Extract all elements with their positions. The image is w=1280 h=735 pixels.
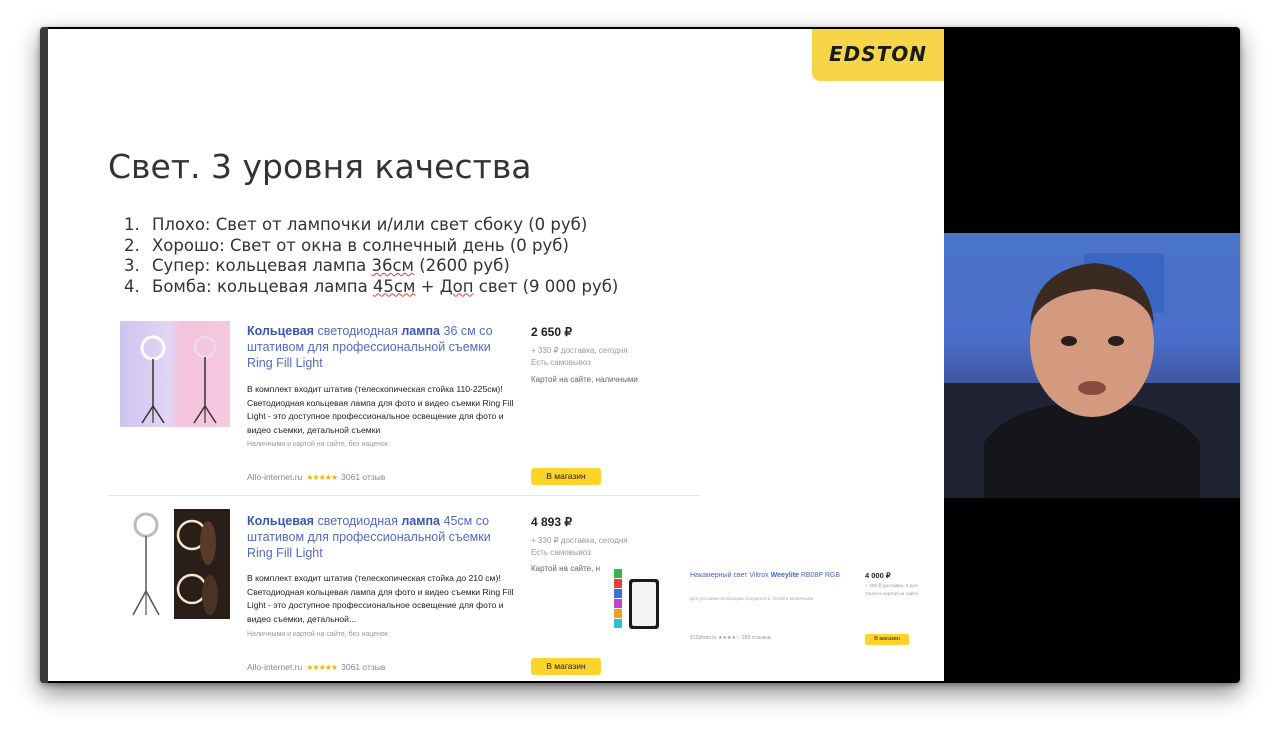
product-price: 4 893 ₽ bbox=[531, 515, 572, 529]
divider bbox=[108, 495, 700, 496]
mini-product-seller[interactable]: 812photo.ru ★★★★☆ 289 отзывов bbox=[690, 635, 771, 641]
product-delivery: + 330 ₽ доставка, сегодня Есть самовывоз bbox=[531, 346, 628, 367]
slide-title: Свет. 3 уровня качества bbox=[108, 147, 532, 186]
list-item: 1. Плохо: Свет от лампочки и/или свет сбо… bbox=[124, 215, 588, 234]
product-seller: Allo-internet.ru ★★★★★ 3061 отзыв bbox=[247, 662, 385, 672]
product-image-viltrox[interactable] bbox=[612, 569, 672, 635]
product-image-ring-light-36[interactable] bbox=[120, 321, 230, 427]
seller-name[interactable]: Allo-internet.ru bbox=[247, 472, 302, 482]
logo-text: EDSTON bbox=[828, 42, 928, 66]
presentation-window: EDSTON Свет. 3 уровня качества 1. Плохо: … bbox=[40, 27, 1240, 683]
logo-badge: EDSTON bbox=[812, 29, 944, 81]
to-shop-button[interactable]: В магазин bbox=[531, 468, 601, 485]
reviews-count[interactable]: 3061 отзыв bbox=[341, 662, 385, 672]
reviews-count[interactable]: 3061 отзыв bbox=[341, 472, 385, 482]
list-item: 4. Бомба: кольцевая лампа 45см + Доп свет… bbox=[124, 276, 619, 296]
rating-stars: ★★★★★ bbox=[306, 663, 338, 672]
product-payment-note: Наличными и картой на сайте, без наценок bbox=[247, 631, 388, 638]
list-item: 3. Супер: кольцевая лампа 36см (2600 руб) bbox=[124, 256, 510, 275]
product-price: 2 650 ₽ bbox=[531, 325, 572, 339]
seller-name[interactable]: Allo-internet.ru bbox=[247, 662, 302, 672]
to-shop-button[interactable]: В магазин bbox=[531, 658, 601, 675]
product-payment: Картой на сайте, наличными bbox=[531, 375, 638, 384]
rating-stars: ★★★★★ bbox=[306, 473, 338, 482]
quality-levels-list: 1. Плохо: Свет от лампочки и/или свет сбо… bbox=[124, 215, 618, 297]
webcam-video bbox=[944, 233, 1240, 498]
product-title-link[interactable]: Кольцевая светодиодная лампа 45см со шта… bbox=[247, 513, 507, 561]
product-payment: Картой на сайте, н bbox=[531, 564, 600, 573]
mini-product-description: Для доставки необходимо предоплата. Опла… bbox=[690, 596, 814, 601]
product-title-link[interactable]: Кольцевая светодиодная лампа 36 см со шт… bbox=[247, 323, 507, 371]
slide: EDSTON Свет. 3 уровня качества 1. Плохо: … bbox=[48, 29, 944, 681]
list-item: 2. Хорошо: Свет от окна в солнечный день … bbox=[124, 235, 569, 255]
mini-to-shop-button[interactable]: В магазин bbox=[865, 634, 909, 645]
product-payment-note: Наличными и картой на сайте, без наценок bbox=[247, 441, 388, 448]
product-seller: Allo-internet.ru ★★★★★ 3061 отзыв bbox=[247, 472, 385, 482]
product-delivery: + 330 ₽ доставка, сегодня Есть самовывоз bbox=[531, 536, 628, 557]
product-description: В комплект входит штатив (телескопическа… bbox=[247, 573, 514, 624]
mini-product-meta: + 400 ₽ доставка, 2 дня Оплата картой на… bbox=[865, 584, 919, 597]
product-description: В комплект входит штатив (телескопическа… bbox=[247, 384, 514, 435]
mini-product-price: 4 000 ₽ bbox=[865, 571, 891, 580]
window-edge bbox=[40, 27, 48, 683]
product-image-ring-light-45[interactable] bbox=[120, 509, 238, 621]
mini-product-title-link[interactable]: Накамерный свет Viltrox Weeylite RB08P R… bbox=[690, 571, 850, 581]
